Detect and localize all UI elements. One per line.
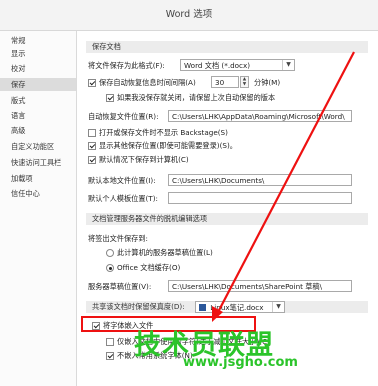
arrow-line <box>215 51 355 317</box>
arrow-head <box>212 306 223 322</box>
watermark-url: www.jsgho.com <box>183 355 298 370</box>
